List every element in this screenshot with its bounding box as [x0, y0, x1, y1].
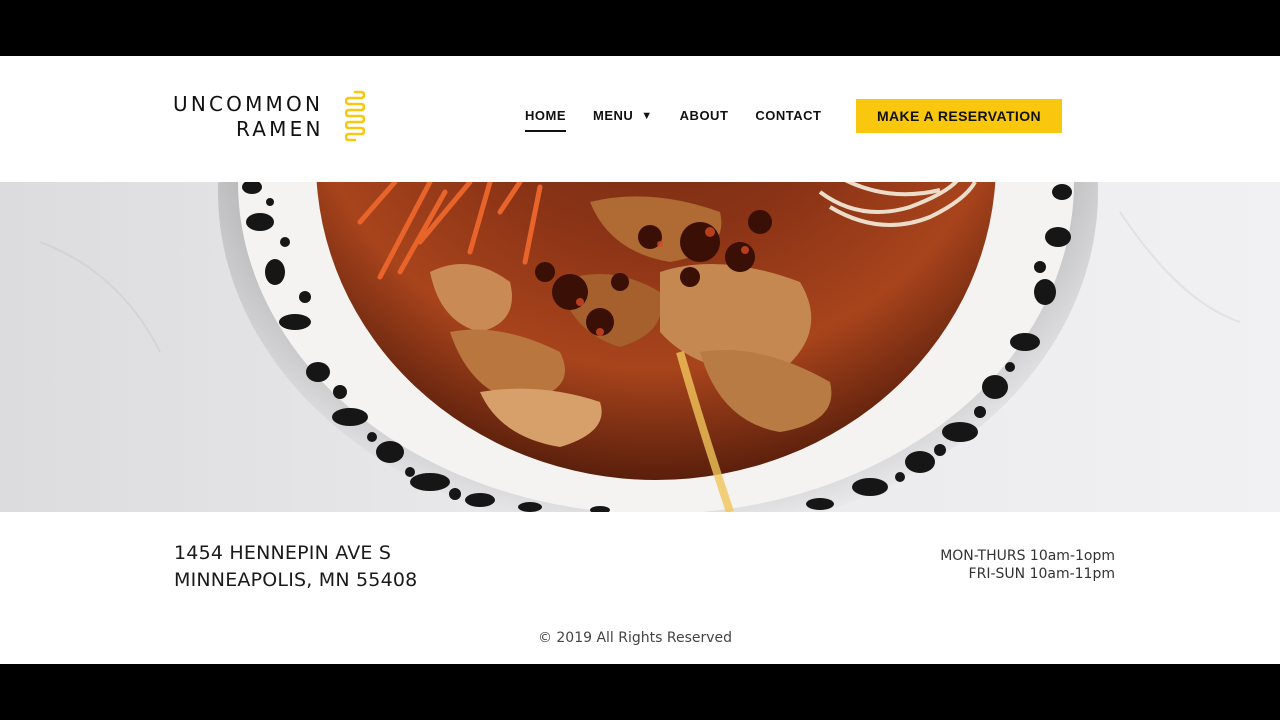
noodle-icon: [345, 90, 365, 142]
nav-contact-label: CONTACT: [755, 108, 822, 123]
make-reservation-button[interactable]: MAKE A RESERVATION: [856, 99, 1062, 133]
brand-logo[interactable]: UNCOMMON RAMEN: [173, 90, 373, 146]
main-nav: HOME MENU ▼ ABOUT CONTACT: [525, 108, 848, 132]
address-block: 1454 HENNEPIN AVE S MINNEAPOLIS, MN 5540…: [174, 540, 417, 594]
ramen-bowl-photo: [39, 182, 1241, 512]
address-city: MINNEAPOLIS, MN 55408: [174, 569, 418, 591]
nav-about[interactable]: ABOUT: [680, 108, 729, 123]
copyright-label: © 2019 All Rights Reserved: [537, 630, 733, 646]
site-footer: 1454 HENNEPIN AVE S MINNEAPOLIS, MN 5540…: [0, 512, 1280, 664]
hours-weekday: MON-THURS 10am-1opm: [940, 548, 1115, 564]
website-page: UNCOMMON RAMEN HOME MENU ▼ ABOUT CONTACT…: [0, 56, 1280, 664]
hours-weekend: FRI-SUN 10am-11pm: [968, 566, 1115, 582]
nav-home-label: HOME: [525, 108, 566, 123]
hero-image: [0, 182, 1280, 512]
nav-menu[interactable]: MENU ▼: [593, 108, 653, 123]
nav-about-label: ABOUT: [679, 108, 729, 123]
nav-home[interactable]: HOME: [525, 108, 566, 132]
address-street: 1454 HENNEPIN AVE S: [174, 542, 392, 564]
site-header: UNCOMMON RAMEN HOME MENU ▼ ABOUT CONTACT…: [0, 56, 1280, 182]
hours-block: MON-THURS 10am-1opm FRI-SUN 10am-11pm: [940, 547, 1115, 583]
copyright-text: © 2019 All Rights Reserved: [0, 630, 1280, 646]
nav-menu-label: MENU: [593, 108, 634, 123]
caret-down-icon: ▼: [641, 109, 653, 122]
brand-name-line1: UNCOMMON: [173, 92, 324, 116]
brand-name-line2: RAMEN: [236, 117, 324, 141]
nav-contact[interactable]: CONTACT: [755, 108, 821, 123]
